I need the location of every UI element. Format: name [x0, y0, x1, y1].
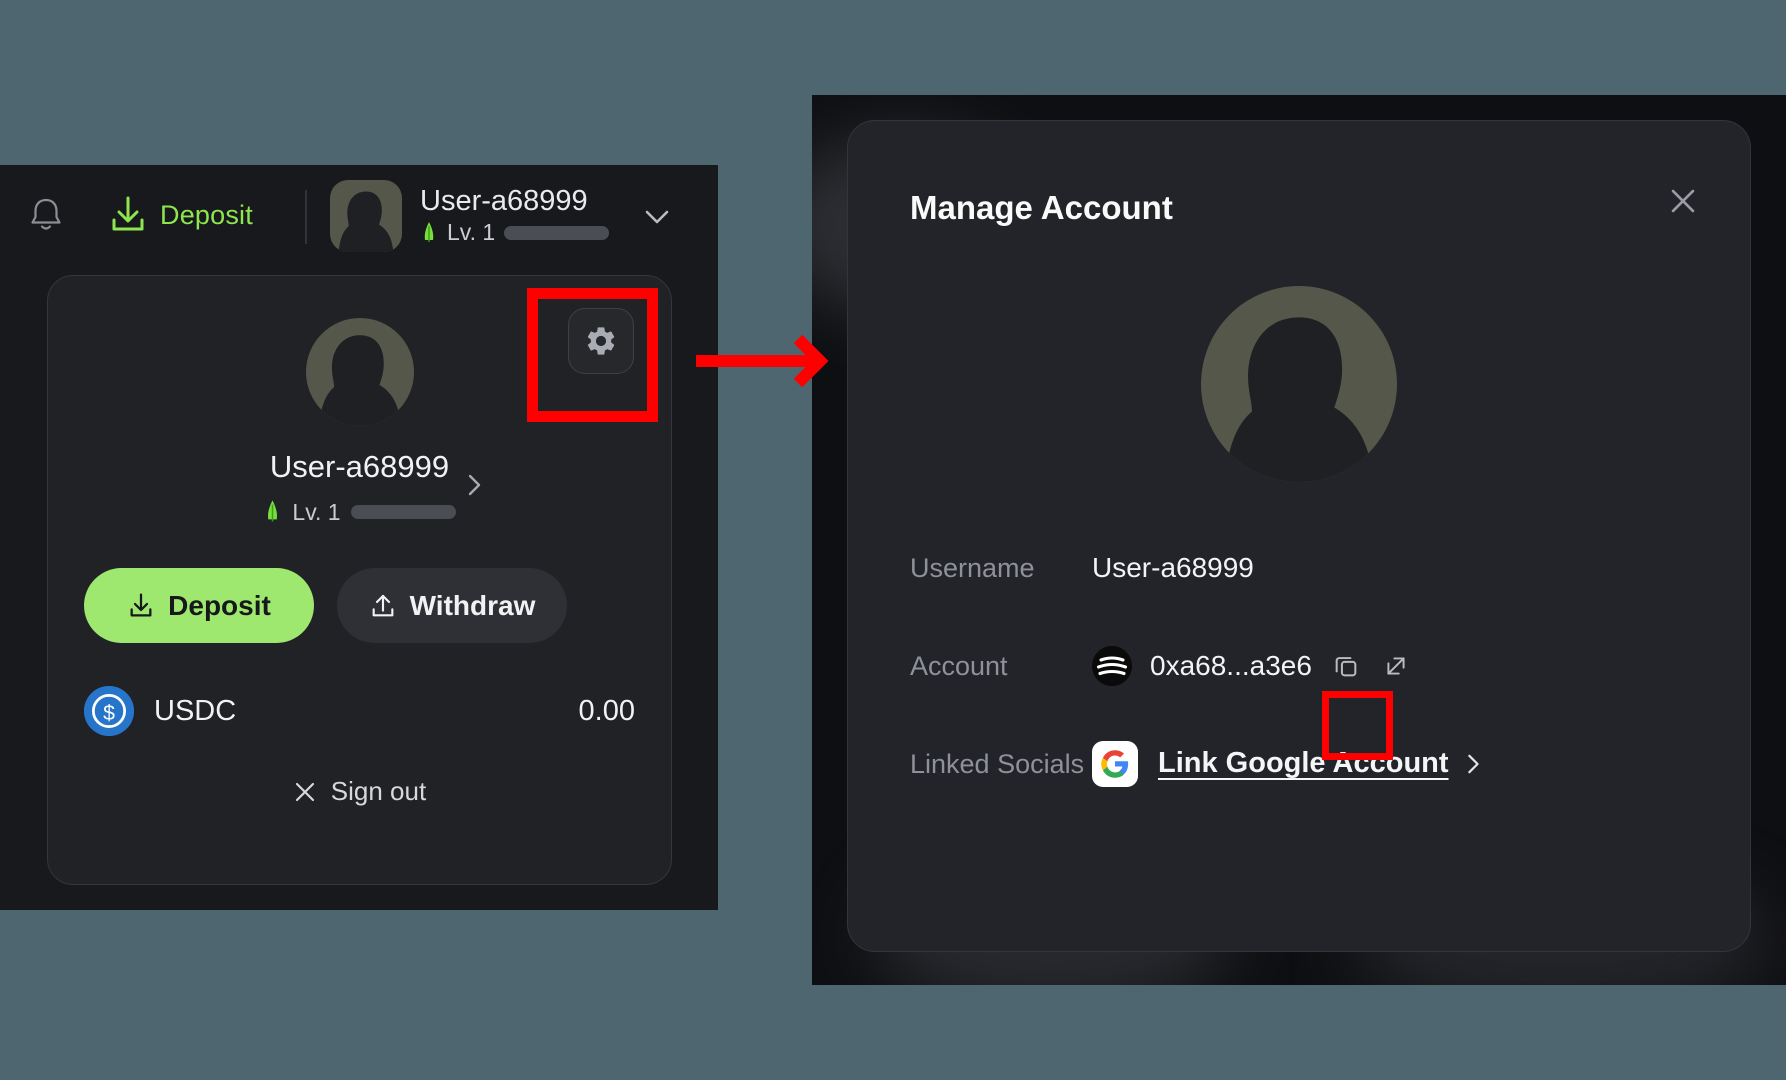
screenshot-root: Deposit User-a68999 Lv. 1 User-a68999 Lv…	[0, 0, 1786, 1080]
gear-icon	[587, 327, 615, 355]
topbar-level-label: Lv. 1	[447, 219, 496, 245]
sprout-icon	[268, 500, 278, 522]
account-menu-trigger[interactable]: User-a68999 Lv. 1	[330, 180, 610, 252]
topbar-user-name: User-a68999	[420, 184, 588, 217]
deposit-button-label: Deposit	[168, 589, 271, 621]
account-address-value: 0xa68...a3e6	[1150, 650, 1312, 681]
usdc-glyph: $	[84, 686, 134, 736]
modal-title: Manage Account	[910, 189, 1173, 226]
svg-text:$: $	[103, 701, 115, 725]
chain-glyph	[1092, 646, 1132, 686]
copy-address-button[interactable]	[1326, 646, 1366, 686]
abstract-chain-icon	[1092, 646, 1132, 686]
download-icon	[130, 593, 152, 616]
chevron-right-icon	[1467, 754, 1479, 774]
topbar-divider	[305, 190, 307, 244]
avatar	[1201, 286, 1397, 482]
account-card: User-a68999 Lv. 1 Deposit Withdraw $ USD…	[47, 275, 672, 885]
user-avatar-icon	[338, 191, 394, 252]
left-panel: Deposit User-a68999 Lv. 1 User-a68999 Lv…	[0, 165, 718, 910]
card-level-label: Lv. 1	[292, 498, 341, 525]
card-user-name: User-a68999	[269, 449, 450, 484]
deposit-button[interactable]: Deposit	[84, 568, 314, 643]
google-glyph	[1101, 750, 1129, 778]
external-link-icon	[1387, 657, 1405, 675]
upload-icon	[372, 594, 394, 616]
google-icon	[1092, 741, 1138, 787]
manage-account-modal: Manage Account Username User-a68999 Acco…	[847, 120, 1751, 952]
topbar-deposit-button[interactable]: Deposit	[108, 191, 253, 239]
settings-gear-button[interactable]	[568, 308, 634, 374]
close-icon	[1671, 189, 1695, 213]
username-value-wrap: User-a68999	[1092, 554, 1254, 582]
token-symbol: USDC	[154, 694, 237, 727]
token-amount: 0.00	[578, 694, 635, 727]
card-level-progress	[350, 505, 456, 519]
avatar	[330, 180, 402, 252]
linked-socials-label: Linked Socials	[910, 748, 1085, 779]
field-row-account: Account 0xa68...a3e6	[848, 641, 1750, 691]
user-avatar-icon	[1224, 317, 1374, 482]
account-menu-text: User-a68999 Lv. 1	[420, 184, 610, 246]
topbar-deposit-label: Deposit	[160, 199, 253, 230]
account-value-wrap: 0xa68...a3e6	[1092, 646, 1416, 686]
withdraw-button[interactable]: Withdraw	[337, 568, 567, 643]
top-bar: Deposit User-a68999 Lv. 1	[0, 165, 718, 262]
download-icon	[112, 196, 144, 231]
sign-out-label: Sign out	[330, 776, 427, 806]
user-avatar-icon	[318, 335, 401, 426]
close-x-icon	[295, 782, 314, 801]
account-menu-chevron-button[interactable]	[643, 207, 671, 227]
account-label: Account	[910, 650, 1008, 681]
chevron-down-icon	[645, 210, 669, 224]
manage-account-screenshot: Manage Account Username User-a68999 Acco…	[812, 95, 1786, 985]
sign-out-button[interactable]: Sign out	[48, 776, 671, 807]
view-profile-button[interactable]	[464, 472, 486, 498]
field-row-username: Username User-a68999	[848, 543, 1750, 593]
link-google-account-link[interactable]: Link Google Account	[1158, 747, 1449, 780]
link-google-chevron-button[interactable]	[1463, 752, 1483, 776]
close-modal-button[interactable]	[1661, 179, 1705, 223]
notifications-bell-button[interactable]	[22, 191, 70, 239]
avatar	[305, 318, 414, 426]
card-level-row: Lv. 1	[48, 498, 671, 526]
open-explorer-button[interactable]	[1376, 646, 1416, 686]
username-label: Username	[910, 552, 1035, 583]
copy-icon	[1335, 657, 1357, 677]
topbar-level-progress	[504, 225, 610, 240]
field-row-linked-socials: Linked Socials Link Google Account	[848, 739, 1750, 789]
token-row[interactable]: $ USDC 0.00	[84, 683, 635, 739]
username-value: User-a68999	[1092, 552, 1254, 583]
chevron-right-icon	[468, 474, 481, 496]
usdc-icon: $	[84, 686, 134, 736]
bell-icon	[31, 198, 61, 230]
withdraw-button-label: Withdraw	[409, 589, 536, 621]
topbar-level-row: Lv. 1	[420, 219, 610, 246]
linked-socials-value-wrap: Link Google Account	[1092, 741, 1483, 787]
sprout-icon	[424, 221, 434, 242]
card-action-buttons: Deposit Withdraw	[84, 568, 567, 643]
